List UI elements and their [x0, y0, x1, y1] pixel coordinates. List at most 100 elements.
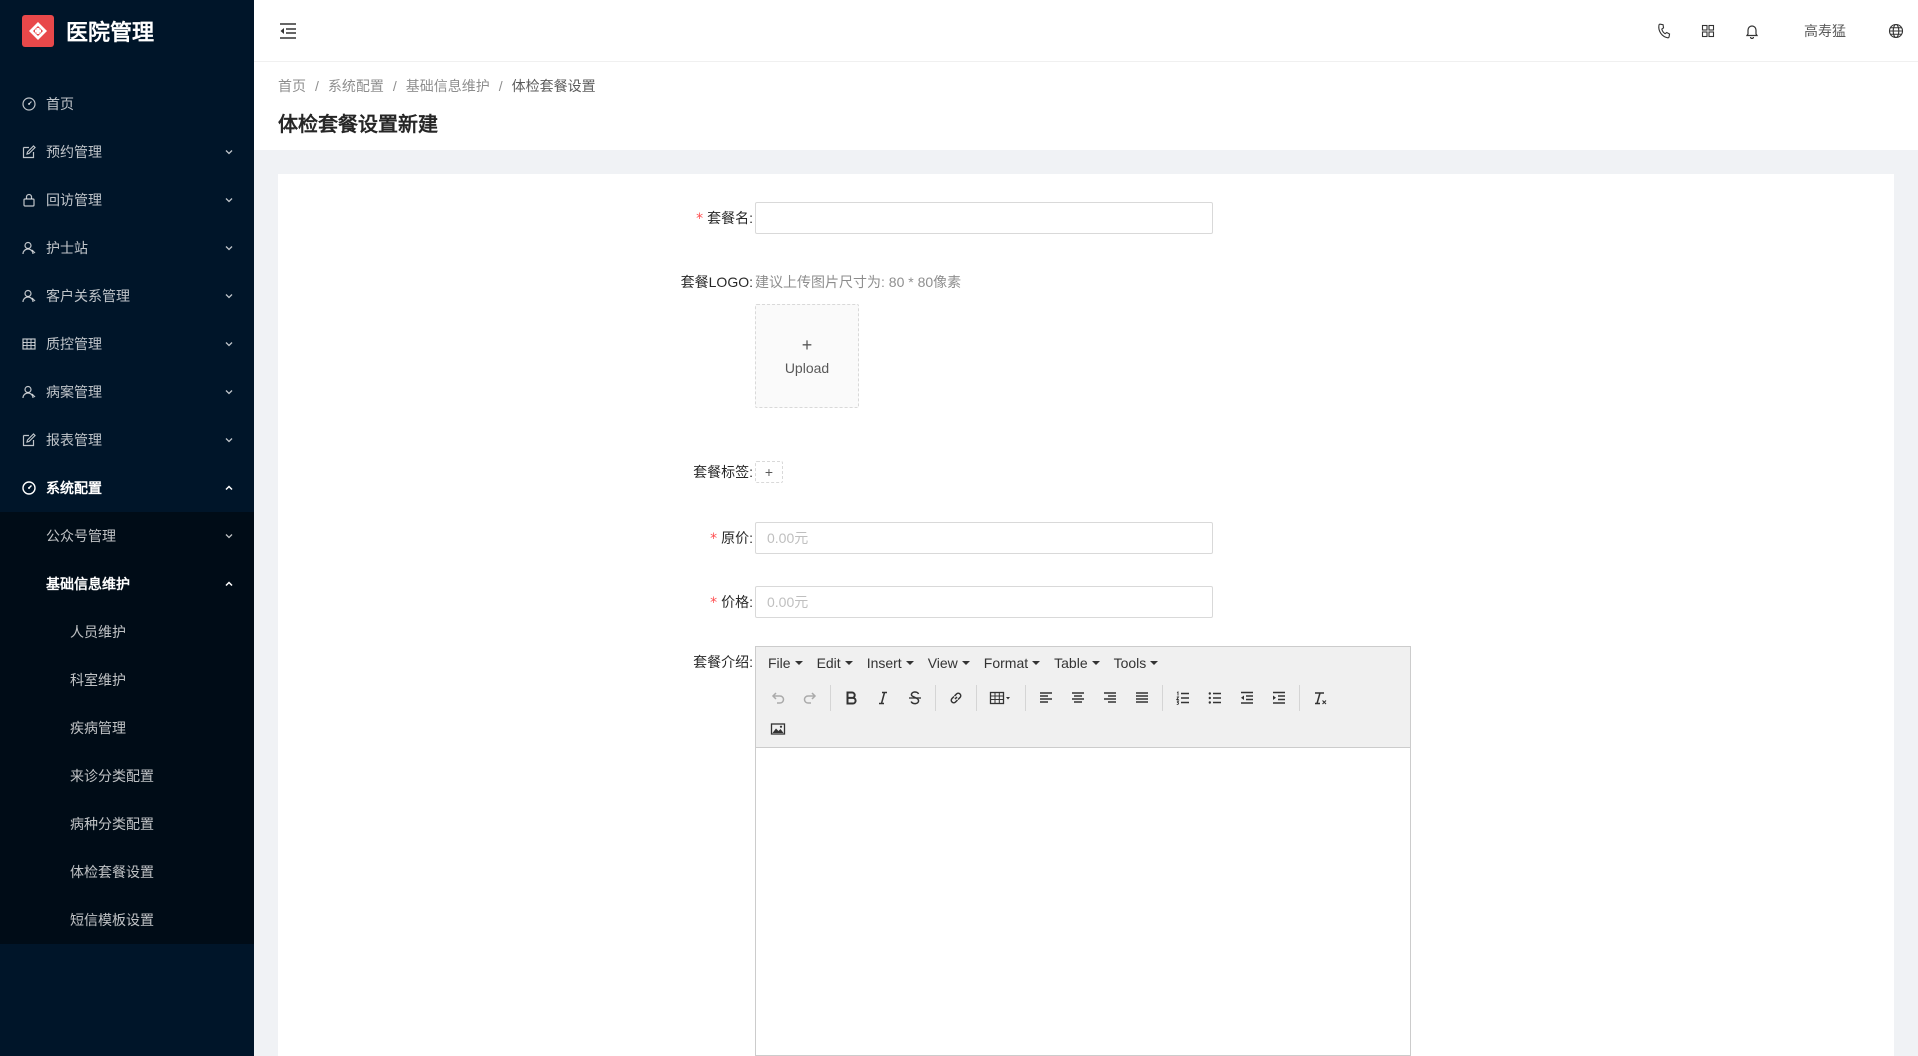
sidebar-item-staff[interactable]: 人员维护 — [0, 608, 254, 656]
breadcrumb-separator: / — [498, 78, 503, 94]
logo[interactable]: 医院管理 — [0, 0, 254, 62]
indent-icon[interactable] — [1263, 685, 1295, 711]
sidebar-item-label: 护士站 — [46, 240, 88, 256]
editor-menu-edit[interactable]: Edit — [811, 655, 859, 671]
breadcrumb: 首页 / 系统配置 / 基础信息维护 / 体检套餐设置 — [278, 76, 1894, 96]
globe-icon[interactable] — [1888, 23, 1904, 39]
dashboard-icon — [22, 481, 36, 495]
table-icon[interactable] — [981, 685, 1021, 711]
redo-icon[interactable] — [794, 685, 826, 711]
editor-menubar: File Edit Insert View Format Table Tools — [756, 647, 1410, 679]
sidebar-item-quality[interactable]: 质控管理 — [0, 320, 254, 368]
breadcrumb-basic-info[interactable]: 基础信息维护 — [406, 76, 490, 96]
page-title: 体检套餐设置新建 — [278, 114, 438, 136]
sidebar-item-followup[interactable]: 回访管理 — [0, 176, 254, 224]
editor-menu-insert[interactable]: Insert — [861, 655, 920, 671]
package-name-input[interactable] — [755, 202, 1213, 234]
sidebar-item-nurse-station[interactable]: 护士站 — [0, 224, 254, 272]
sidebar-item-reports[interactable]: 报表管理 — [0, 416, 254, 464]
align-justify-icon[interactable] — [1126, 685, 1158, 711]
tags-label-wrap: 套餐标签: — [693, 464, 753, 480]
italic-icon[interactable] — [867, 685, 899, 711]
chevron-down-icon — [224, 147, 234, 157]
sidebar-item-wechat[interactable]: 公众号管理 — [0, 512, 254, 560]
caret-down-icon — [844, 661, 853, 665]
breadcrumb-current: 体检套餐设置 — [511, 78, 596, 94]
sidebar-item-label: 系统配置 — [46, 480, 102, 496]
sidebar-item-crm[interactable]: 客户关系管理 — [0, 272, 254, 320]
bullet-list-icon[interactable] — [1199, 685, 1231, 711]
menu-label: View — [927, 655, 958, 671]
sidebar-item-basic-info[interactable]: 基础信息维护 — [0, 560, 254, 608]
name-label-wrap: * 套餐名: — [696, 210, 753, 227]
undo-icon[interactable] — [762, 685, 794, 711]
edit-icon — [22, 145, 36, 159]
chevron-down-icon — [224, 435, 234, 445]
editor-menu-view[interactable]: View — [922, 655, 976, 671]
user-icon — [22, 289, 36, 303]
user-icon — [22, 385, 36, 399]
bell-icon[interactable] — [1744, 23, 1760, 39]
appstore-icon[interactable] — [1700, 23, 1716, 39]
logo-label: 套餐LOGO — [680, 274, 750, 290]
breadcrumb-separator: / — [392, 78, 397, 94]
menu-label: Format — [983, 655, 1029, 671]
sidebar-item-system-config[interactable]: 系统配置 — [0, 464, 254, 512]
header-actions: 高寿猛 — [1642, 0, 1918, 61]
breadcrumb-home[interactable]: 首页 — [278, 76, 306, 96]
bold-icon[interactable] — [835, 685, 867, 711]
caret-down-icon — [1032, 661, 1041, 665]
basic-info-submenu: 人员维护 科室维护 疾病管理 来诊分类配置 病种分类配置 体检套餐设置 短信模板… — [0, 608, 254, 944]
logo-upload-button[interactable]: + Upload — [755, 304, 859, 408]
caret-down-icon — [1150, 661, 1159, 665]
top-header: 高寿猛 — [254, 0, 1918, 62]
username[interactable]: 高寿猛 — [1804, 21, 1846, 41]
price-input[interactable] — [755, 586, 1213, 618]
sidebar-item-visit-category[interactable]: 来诊分类配置 — [0, 752, 254, 800]
chevron-down-icon — [224, 291, 234, 301]
phone-icon[interactable] — [1656, 23, 1672, 39]
menu-label: Tools — [1113, 655, 1147, 671]
add-tag-button[interactable]: + — [755, 461, 783, 483]
required-mark: * — [710, 595, 718, 611]
breadcrumb-separator: / — [315, 78, 319, 94]
strikethrough-icon[interactable] — [899, 685, 931, 711]
original-price-input[interactable] — [755, 522, 1213, 554]
menu-fold-icon[interactable] — [278, 22, 298, 40]
sidebar-item-appointment[interactable]: 预约管理 — [0, 128, 254, 176]
image-icon[interactable] — [762, 716, 794, 742]
price-label-wrap: * 价格: — [710, 594, 753, 611]
ordered-list-icon[interactable] — [1167, 685, 1199, 711]
editor-content-area[interactable] — [756, 748, 1410, 1048]
align-left-icon[interactable] — [1030, 685, 1062, 711]
side-menu: 首页 预约管理 回访管理 护士站 客户关系管理 质控管理 病案管理 报表管理 系… — [0, 80, 254, 944]
caret-down-icon — [1091, 661, 1100, 665]
price-label: 价格 — [721, 594, 750, 610]
clear-format-icon[interactable] — [1304, 685, 1336, 711]
sidebar-item-sms-template[interactable]: 短信模板设置 — [0, 896, 254, 944]
sidebar-item-disease[interactable]: 疾病管理 — [0, 704, 254, 752]
chevron-up-icon — [224, 483, 234, 493]
sidebar-item-label: 来诊分类配置 — [70, 768, 154, 784]
outdent-icon[interactable] — [1231, 685, 1263, 711]
editor-menu-format[interactable]: Format — [978, 655, 1046, 671]
sidebar-item-disease-category[interactable]: 病种分类配置 — [0, 800, 254, 848]
hospital-logo-icon — [22, 15, 54, 47]
link-icon[interactable] — [940, 685, 972, 711]
align-right-icon[interactable] — [1094, 685, 1126, 711]
sidebar-item-checkup-package[interactable]: 体检套餐设置 — [0, 848, 254, 896]
editor-menu-tools[interactable]: Tools — [1108, 655, 1165, 671]
chevron-up-icon — [224, 579, 234, 589]
align-center-icon[interactable] — [1062, 685, 1094, 711]
sidebar-item-label: 人员维护 — [70, 624, 126, 640]
logo-size-hint: 建议上传图片尺寸为: 80 * 80像素 — [755, 274, 962, 290]
caret-down-icon — [961, 661, 970, 665]
name-label: 套餐名 — [707, 210, 750, 226]
editor-menu-file[interactable]: File — [762, 655, 809, 671]
editor-menu-table[interactable]: Table — [1048, 655, 1105, 671]
system-config-submenu: 公众号管理 基础信息维护 人员维护 科室维护 疾病管理 来诊分类配置 病种分类配… — [0, 512, 254, 944]
sidebar-item-records[interactable]: 病案管理 — [0, 368, 254, 416]
breadcrumb-system-config[interactable]: 系统配置 — [328, 76, 384, 96]
sidebar-item-department[interactable]: 科室维护 — [0, 656, 254, 704]
sidebar-item-home[interactable]: 首页 — [0, 80, 254, 128]
